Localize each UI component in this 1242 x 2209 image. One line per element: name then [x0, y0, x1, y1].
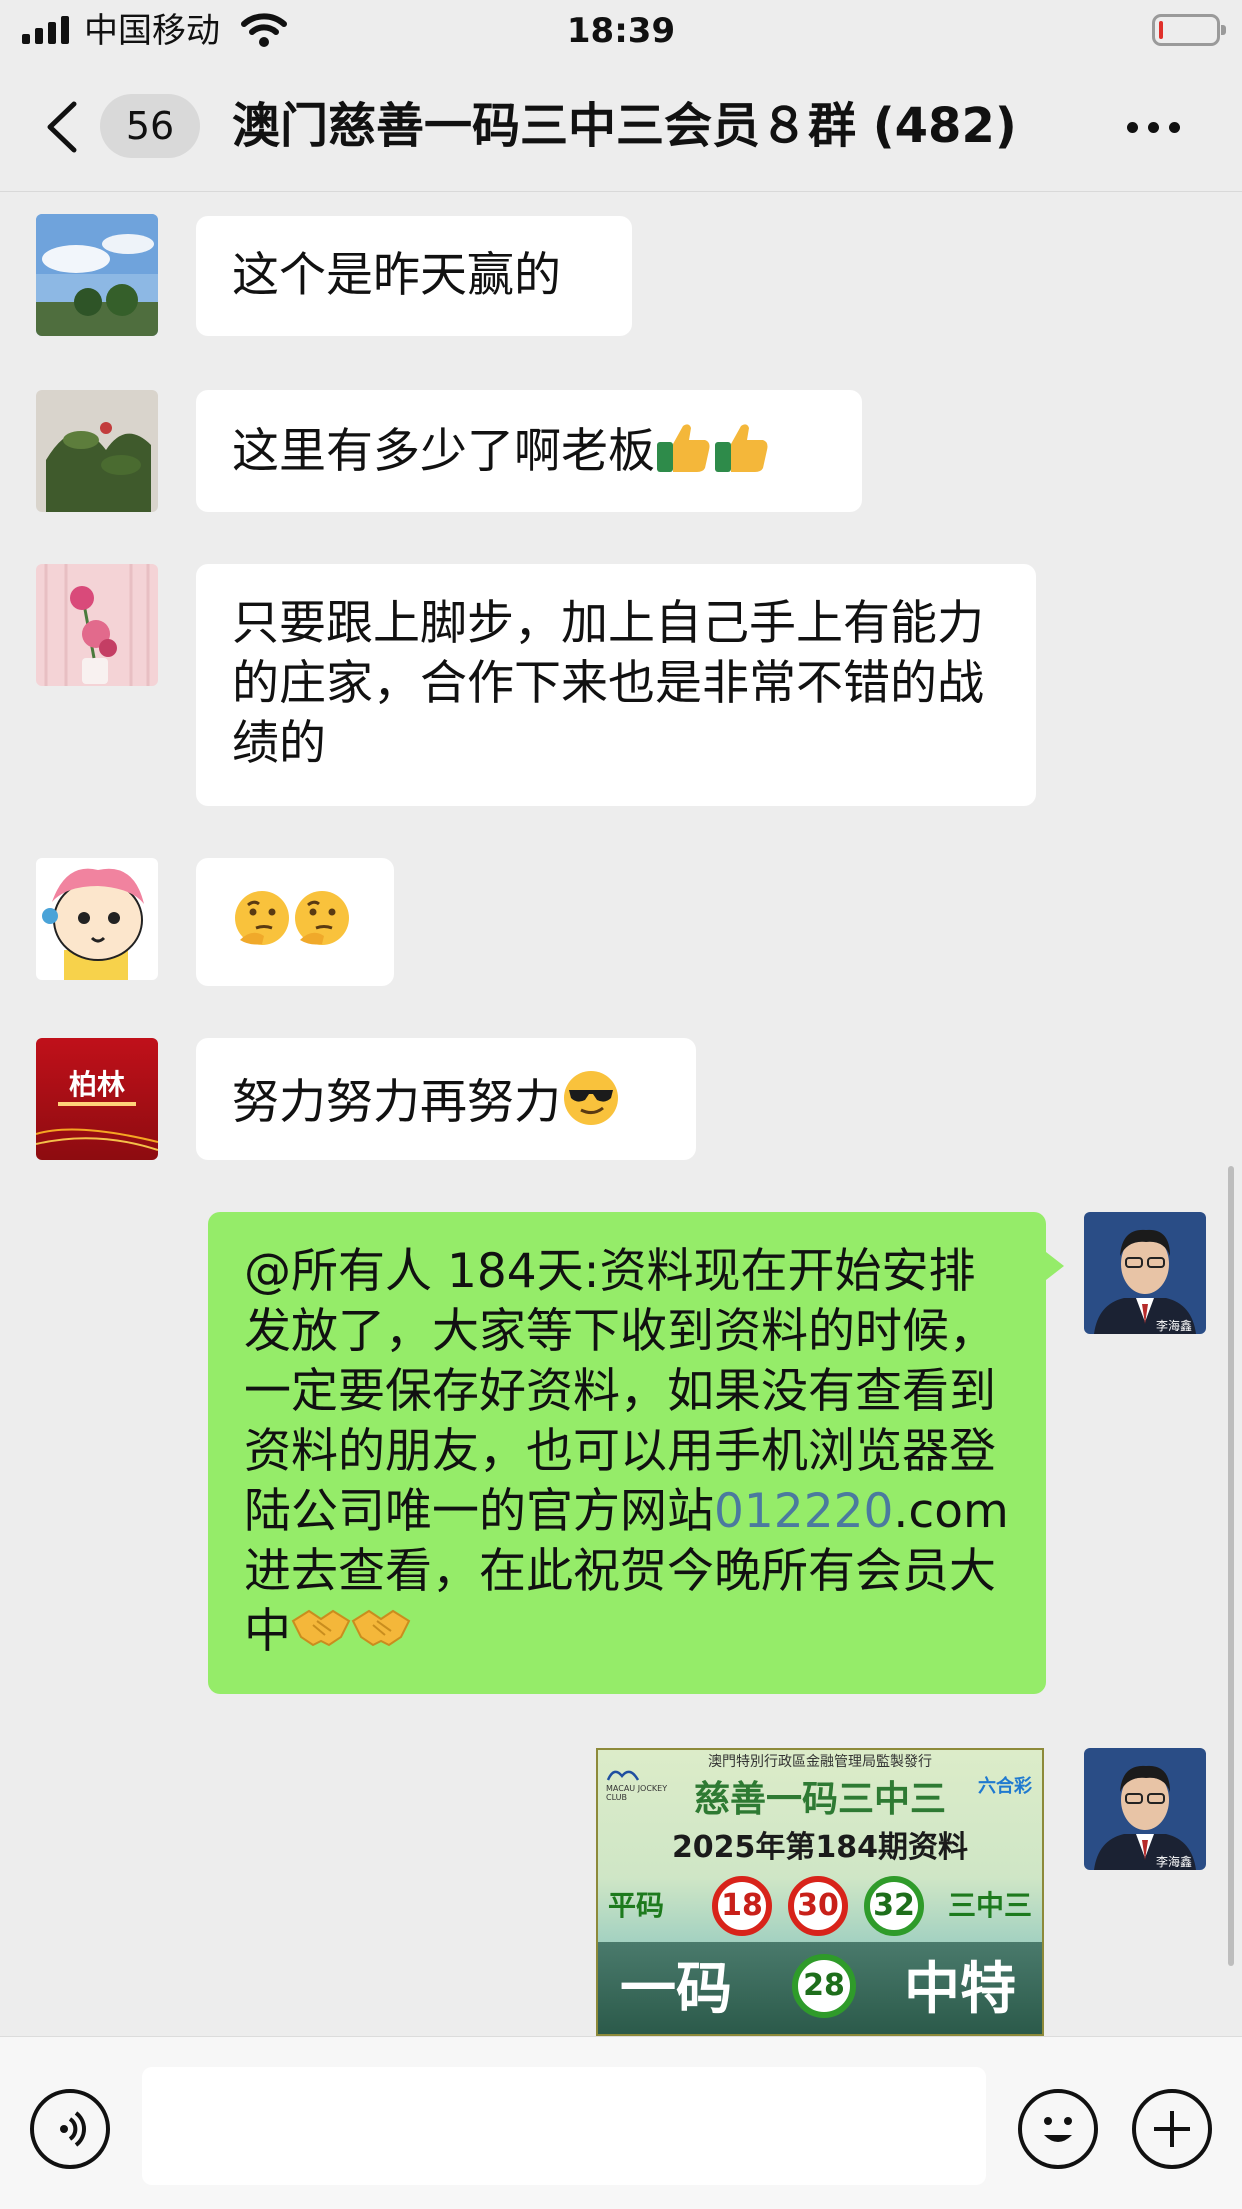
- message-text: 这个是昨天赢的: [232, 248, 561, 303]
- number-ball: 32: [864, 1876, 924, 1936]
- message-bubble[interactable]: 只要跟上脚步，加上自己手上有能力的庄家，合作下来也是非常不错的战绩的: [196, 564, 1036, 806]
- avatar[interactable]: [36, 564, 158, 686]
- more-actions-button[interactable]: [1132, 2089, 1212, 2169]
- card-bottom-band: 一码 28 中特: [598, 1942, 1042, 2034]
- smiley-icon: [1044, 2117, 1072, 2142]
- message-text: 这里有多少了啊老板: [232, 424, 655, 479]
- more-options-icon[interactable]: [1127, 122, 1180, 133]
- thinking-face-icon: [232, 888, 292, 963]
- card-issue: 2025年第184期资料: [671, 1830, 969, 1865]
- thinking-face-icon: [292, 888, 352, 963]
- message-bubble[interactable]: @所有人 184天:资料现在开始安排发放了，大家等下收到资料的时候，一定要保存好…: [208, 1212, 1064, 1694]
- card-title: 慈善一码三中三: [693, 1779, 946, 1820]
- message-composer: [0, 2036, 1242, 2209]
- avatar[interactable]: [36, 390, 158, 512]
- special-number-ball: 28: [792, 1954, 856, 2018]
- message-text: 只要跟上脚步，加上自己手上有能力的庄家，合作下来也是非常不错的战绩的: [232, 596, 984, 771]
- back-arrow-icon[interactable]: [40, 98, 86, 156]
- avatar-caption: 李海鑫: [1156, 1854, 1192, 1869]
- handshake-icon: [351, 1603, 411, 1666]
- scrollbar[interactable]: [1228, 1166, 1234, 1966]
- avatar[interactable]: 李海鑫: [1084, 1748, 1206, 1870]
- message-text: 努力努力再努力: [232, 1075, 561, 1130]
- avatar-caption: 李海鑫: [1156, 1318, 1192, 1333]
- three-of-three-label: 三中三: [947, 1889, 1032, 1922]
- brand-avatar-text: 柏林: [69, 1068, 125, 1101]
- avatar[interactable]: 柏林: [36, 1038, 158, 1160]
- one-code-label: 一码: [620, 1957, 732, 2022]
- chat-header: 56 澳门慈善一码三中三会员８群 (482): [0, 62, 1242, 192]
- voice-input-button[interactable]: [30, 2089, 110, 2169]
- sunglasses-face-icon: [561, 1068, 621, 1143]
- avatar[interactable]: 李海鑫: [1084, 1212, 1206, 1334]
- thumbs-up-icon: [655, 420, 713, 489]
- thumbs-up-icon: [713, 420, 771, 489]
- emoji-button[interactable]: [1018, 2089, 1098, 2169]
- voice-icon: [60, 2111, 86, 2147]
- message-bubble[interactable]: [196, 858, 394, 986]
- chat-title: 澳门慈善一码三中三会员８群 (482): [232, 98, 1017, 154]
- flat-code-label: 平码: [608, 1889, 665, 1922]
- handshake-icon: [291, 1603, 351, 1666]
- unread-count-badge[interactable]: 56: [100, 94, 200, 158]
- special-label: 中特: [904, 1957, 1016, 2022]
- message-bubble[interactable]: 努力努力再努力: [196, 1038, 696, 1160]
- plus-icon: [1154, 2111, 1190, 2147]
- number-ball: 30: [788, 1876, 848, 1936]
- message-bubble[interactable]: 这个是昨天赢的: [196, 216, 632, 336]
- number-ball: 18: [712, 1876, 772, 1936]
- status-bar: 中国移动 18:39: [0, 0, 1242, 62]
- avatar[interactable]: [36, 858, 158, 980]
- website-link[interactable]: 012220: [714, 1484, 893, 1539]
- lottery-info-image[interactable]: 澳門特別行政區金融管理局監製發行 MACAU JOCKEY CLUB 六合彩 慈…: [596, 1748, 1044, 2036]
- message-input[interactable]: [142, 2067, 986, 2185]
- clock: 18:39: [566, 11, 676, 51]
- battery-icon: [1152, 14, 1226, 46]
- avatar[interactable]: [36, 214, 158, 336]
- message-bubble[interactable]: 这里有多少了啊老板: [196, 390, 862, 512]
